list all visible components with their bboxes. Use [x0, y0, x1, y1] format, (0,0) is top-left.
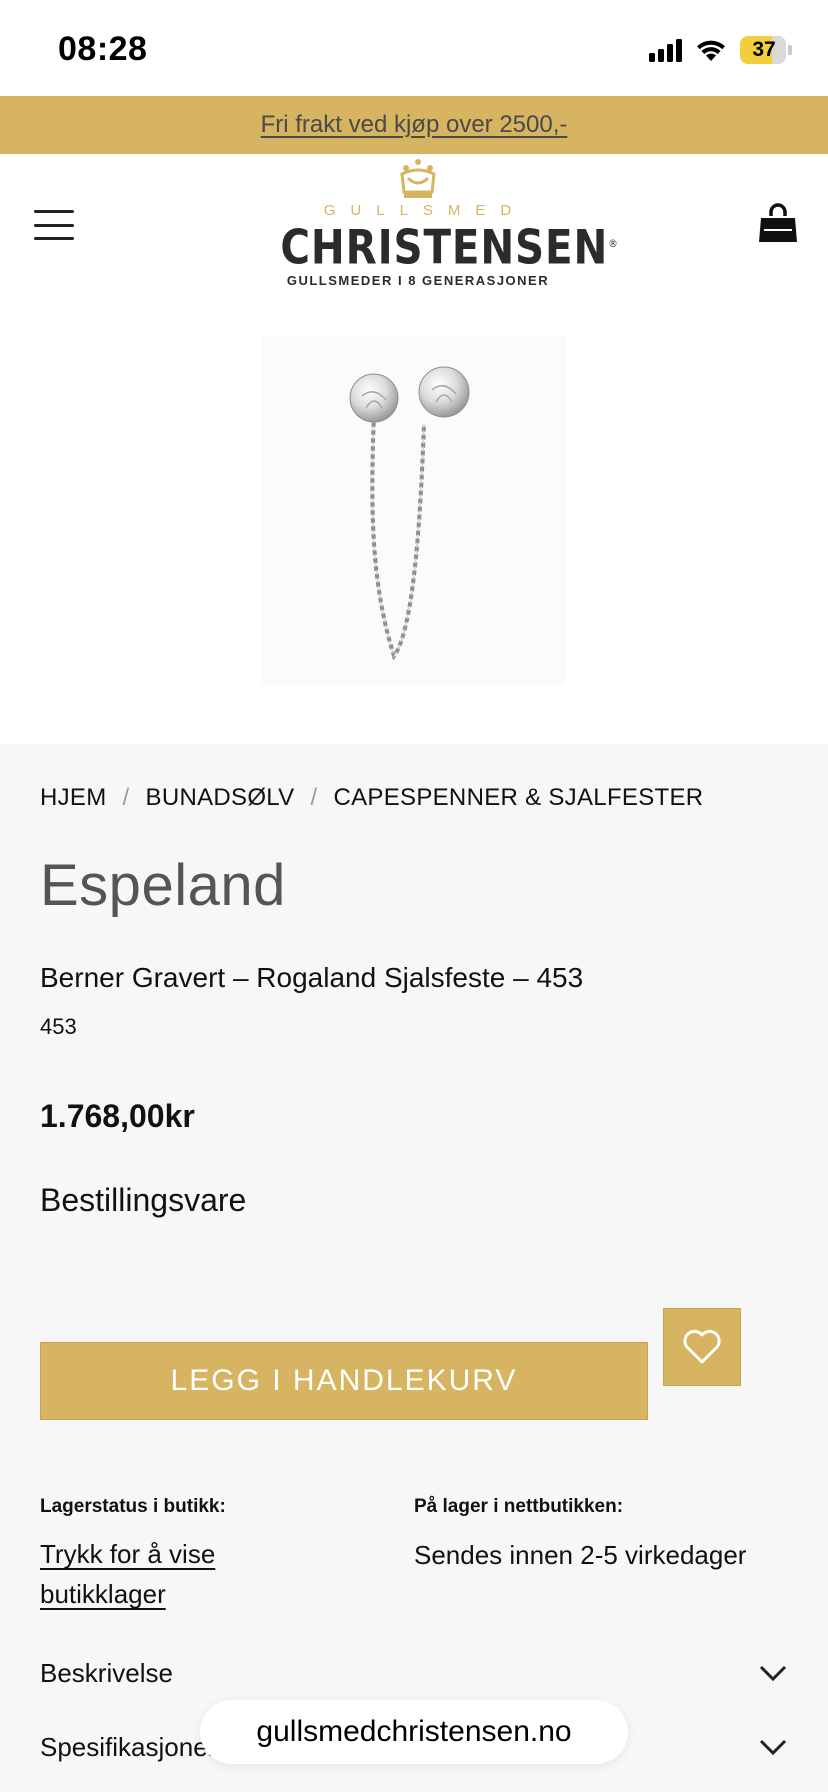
- status-icons: 37: [649, 34, 792, 66]
- promo-banner: Fri frakt ved kjøp over 2500,-: [0, 96, 828, 154]
- heart-icon: [683, 1329, 721, 1364]
- breadcrumb-capespenner[interactable]: CAPESPENNER & SJALFESTER: [333, 784, 703, 812]
- breadcrumb-separator: /: [310, 784, 318, 811]
- signal-icon: [649, 38, 682, 62]
- add-to-cart-button[interactable]: LEGG I HANDLEKURV: [40, 1342, 648, 1420]
- crown-logo-icon: [400, 159, 436, 198]
- product-info-panel: HJEM / BUNADSØLV / CAPESPENNER & SJALFES…: [0, 744, 828, 1792]
- product-image[interactable]: [262, 336, 566, 686]
- status-time: 08:28: [58, 30, 148, 68]
- breadcrumb-bunadsolv[interactable]: BUNADSØLV: [146, 784, 295, 812]
- online-stock-label: På lager i nettbutikken:: [414, 1496, 624, 1517]
- wifi-icon: [697, 40, 725, 61]
- availability-status: Bestillingsvare: [40, 1182, 247, 1218]
- accordion-description[interactable]: Beskrivelse: [40, 1648, 788, 1698]
- site-header: GULLSMED CHRISTENSEN® GULLSMEDER I 8 GEN…: [0, 154, 828, 300]
- breadcrumb-separator: /: [122, 784, 130, 811]
- accordion-label: Spesifikasjoner: [40, 1731, 217, 1762]
- product-subtitle: Berner Gravert – Rogaland Sjalsfeste – 4…: [40, 962, 584, 993]
- shopping-bag-icon[interactable]: [758, 202, 798, 244]
- hamburger-menu-icon[interactable]: [34, 210, 74, 240]
- browser-url-bar[interactable]: gullsmedchristensen.no: [200, 1700, 628, 1764]
- product-image-container: [0, 300, 828, 744]
- product-title: Espeland: [40, 853, 286, 918]
- chevron-down-icon: [759, 1665, 787, 1682]
- store-stock-label: Lagerstatus i butikk:: [40, 1496, 226, 1517]
- accordion-label: Beskrivelse: [40, 1657, 173, 1688]
- site-logo[interactable]: GULLSMED CHRISTENSEN® GULLSMEDER I 8 GEN…: [258, 158, 619, 294]
- breadcrumb-home[interactable]: HJEM: [40, 784, 107, 812]
- product-sku: 453: [40, 1014, 77, 1039]
- breadcrumb: HJEM / BUNADSØLV / CAPESPENNER & SJALFES…: [40, 784, 703, 812]
- logo-small-text: GULLSMED: [323, 202, 527, 219]
- logo-main-text: CHRISTENSEN®: [280, 220, 619, 276]
- battery-level: 37: [752, 38, 776, 61]
- online-stock-text: Sendes innen 2-5 virkedager: [414, 1540, 747, 1570]
- battery-icon: 37: [740, 36, 792, 64]
- chevron-down-icon: [759, 1739, 787, 1756]
- product-price: 1.768,00kr: [40, 1098, 195, 1134]
- wishlist-button[interactable]: [663, 1308, 741, 1386]
- show-store-stock-link[interactable]: Trykk for å vise butikklager: [40, 1534, 340, 1614]
- status-bar: 08:28 37: [0, 0, 828, 96]
- free-shipping-link[interactable]: Fri frakt ved kjøp over 2500,-: [261, 111, 568, 139]
